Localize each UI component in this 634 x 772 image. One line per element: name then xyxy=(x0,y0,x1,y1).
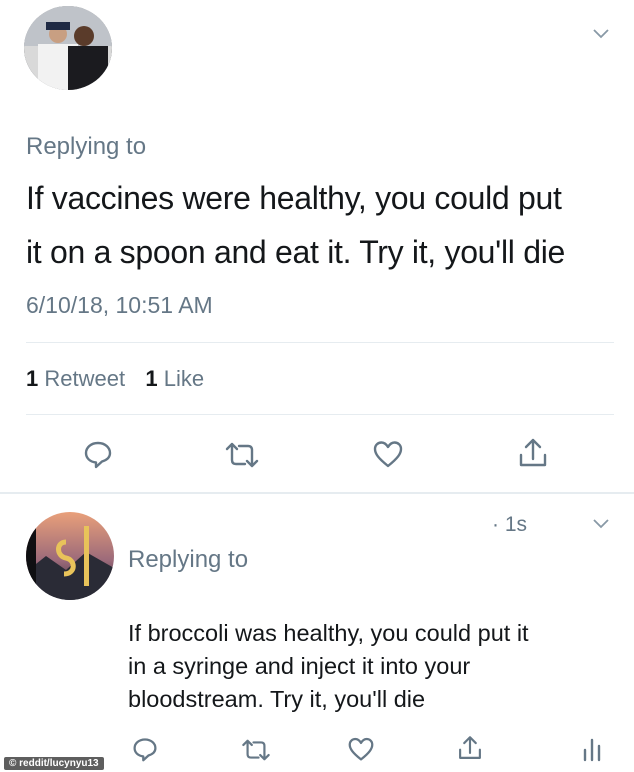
reply-icon xyxy=(84,441,112,469)
tweet-text-line: If vaccines were healthy, you could put xyxy=(26,180,562,216)
tweet-timestamp: 6/10/18, 10:51 AM xyxy=(26,292,213,318)
tweet-text-line: in a syringe and inject it into your xyxy=(128,653,471,679)
tweet-text-line: bloodstream. Try it, you'll die xyxy=(128,686,426,712)
like-button[interactable] xyxy=(370,436,406,472)
tweet-text-line: it on a spoon and eat it. Try it, you'll… xyxy=(26,234,566,270)
tweet-text-line: If broccoli was healthy, you could put i… xyxy=(128,620,529,646)
avatar-tweet1[interactable] xyxy=(24,6,112,90)
retweet-icon xyxy=(242,739,270,761)
share-button[interactable] xyxy=(454,732,486,764)
divider xyxy=(26,342,614,343)
retweet-label[interactable]: Retweet xyxy=(44,366,125,391)
like-button[interactable] xyxy=(346,734,376,764)
like-label[interactable]: Like xyxy=(164,366,204,391)
reply-button[interactable] xyxy=(130,734,160,764)
reply-button[interactable] xyxy=(80,436,116,472)
replying-to-label[interactable]: Replying to xyxy=(26,133,146,161)
share-button[interactable] xyxy=(514,434,552,472)
engagement-stats: 1 Retweet 1 Like xyxy=(26,366,204,392)
chevron-down-icon[interactable] xyxy=(592,518,610,530)
replying-to-label[interactable]: Replying to xyxy=(128,546,248,574)
analytics-icon xyxy=(583,738,601,762)
like-icon xyxy=(373,441,403,468)
like-count[interactable]: 1 xyxy=(145,366,157,391)
avatar-tweet2[interactable] xyxy=(26,512,114,600)
retweet-icon xyxy=(225,442,259,468)
avatar-photo xyxy=(24,6,112,90)
tweet-time[interactable]: · 1s xyxy=(492,513,527,537)
share-icon xyxy=(519,438,547,467)
retweet-count[interactable]: 1 xyxy=(26,366,38,391)
chevron-down-icon[interactable] xyxy=(592,28,610,40)
avatar-photo xyxy=(26,512,114,600)
divider xyxy=(26,414,614,415)
reply-icon xyxy=(133,738,157,762)
tweet-separator xyxy=(0,492,634,494)
retweet-button[interactable] xyxy=(238,736,274,764)
like-icon xyxy=(348,737,374,761)
analytics-button[interactable] xyxy=(578,734,606,764)
share-icon xyxy=(459,736,481,759)
retweet-button[interactable] xyxy=(222,438,262,472)
watermark: © reddit/lucynyu13 xyxy=(4,757,104,770)
